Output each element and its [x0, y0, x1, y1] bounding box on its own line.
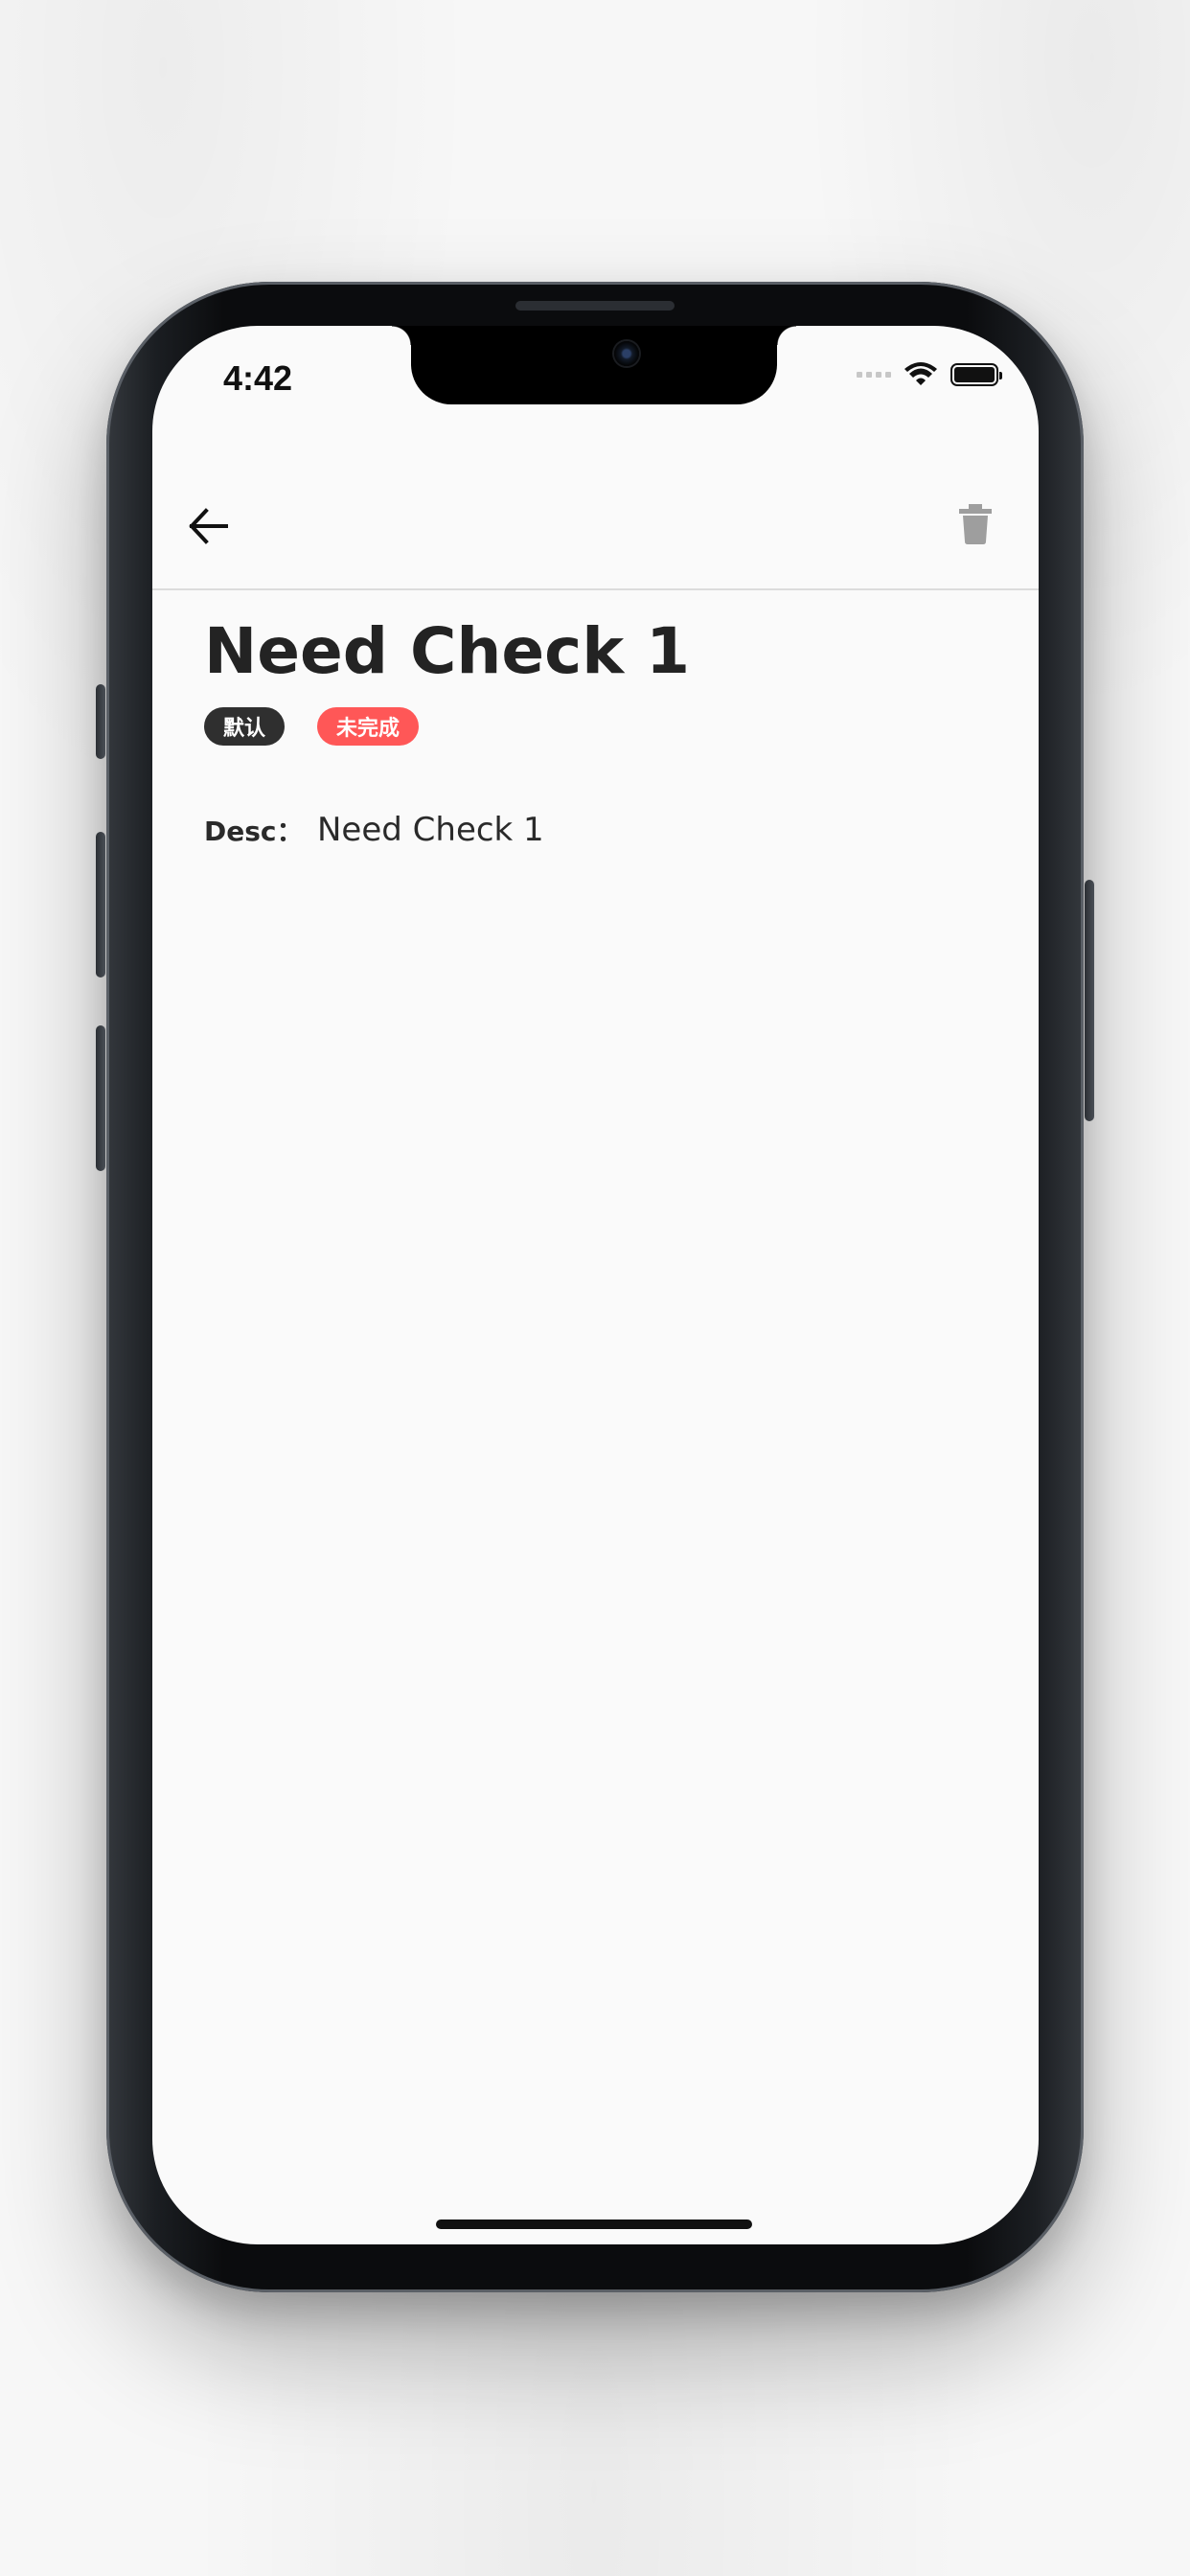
volume-down-button: [96, 1025, 105, 1171]
delete-button[interactable]: [954, 500, 996, 548]
battery-level: [954, 367, 995, 382]
todo-title: Need Check 1: [204, 614, 691, 688]
description-value: Need Check 1: [317, 811, 544, 849]
arrow-left-icon: [189, 508, 228, 544]
status-time: 4:42: [223, 358, 293, 398]
back-button[interactable]: [185, 502, 233, 550]
tag-list: 默认 未完成: [204, 707, 990, 746]
power-button: [1085, 880, 1094, 1121]
app-screen: 4:42 Need Check 1 默认 未完成 Desc： Need Chec…: [152, 326, 1039, 2244]
status-tag: 未完成: [317, 707, 420, 746]
todo-detail: Need Check 1 默认 未完成 Desc： Need Check 1: [204, 611, 990, 849]
description-row: Desc： Need Check 1: [204, 811, 990, 849]
cellular-signal-icon: [857, 372, 891, 378]
home-indicator[interactable]: [436, 2220, 752, 2229]
notch: [392, 326, 796, 404]
front-camera: [614, 341, 639, 366]
mute-switch: [96, 684, 105, 759]
trash-icon: [959, 504, 992, 544]
battery-icon: [950, 363, 1002, 386]
wifi-icon: [904, 362, 937, 385]
status-icons: [857, 362, 1002, 387]
app-bar: [152, 460, 1039, 590]
earpiece-speaker: [515, 301, 675, 310]
volume-up-button: [96, 832, 105, 978]
description-label: Desc：: [204, 816, 304, 847]
category-tag: 默认: [204, 707, 286, 746]
